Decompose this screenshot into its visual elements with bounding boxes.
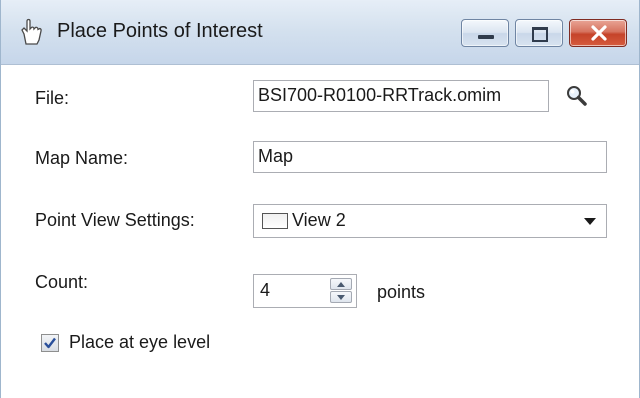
point-view-settings-dropdown[interactable]: View 2 — [253, 204, 607, 238]
chevron-down-icon[interactable] — [584, 218, 596, 225]
checkmark-icon — [44, 337, 56, 349]
spin-buttons — [330, 278, 352, 304]
search-icon[interactable] — [565, 84, 589, 108]
close-button[interactable] — [569, 19, 627, 47]
place-points-dialog: Place Points of Interest File: BSI700-R0… — [0, 0, 640, 398]
count-stepper[interactable]: 4 — [253, 274, 357, 308]
count-decrement-button[interactable] — [330, 291, 352, 303]
point-view-settings-label: Point View Settings: — [35, 210, 195, 230]
file-input[interactable]: BSI700-R0100-RRTrack.omim — [253, 80, 549, 112]
eye-level-label[interactable]: Place at eye level — [69, 332, 210, 353]
file-input-value: BSI700-R0100-RRTrack.omim — [258, 85, 502, 105]
maximize-button[interactable] — [515, 19, 563, 47]
minimize-icon — [478, 35, 494, 39]
file-label: File: — [35, 88, 70, 108]
map-name-input[interactable]: Map — [253, 141, 607, 173]
map-name-value: Map — [258, 146, 294, 166]
map-name-label: Map Name: — [35, 148, 129, 168]
window-title: Place Points of Interest — [57, 20, 263, 42]
count-increment-button[interactable] — [330, 278, 352, 290]
count-label: Count: — [35, 272, 89, 292]
view-window-icon — [262, 213, 288, 229]
count-unit-label: points — [377, 282, 426, 302]
maximize-icon — [532, 27, 548, 42]
title-bar[interactable]: Place Points of Interest — [1, 0, 639, 65]
close-icon — [591, 25, 607, 41]
pointer-hand-icon — [21, 18, 42, 45]
count-value[interactable]: 4 — [260, 280, 270, 301]
eye-level-checkbox[interactable] — [41, 334, 59, 352]
minimize-button[interactable] — [461, 19, 509, 47]
point-view-settings-value: View 2 — [292, 210, 346, 230]
